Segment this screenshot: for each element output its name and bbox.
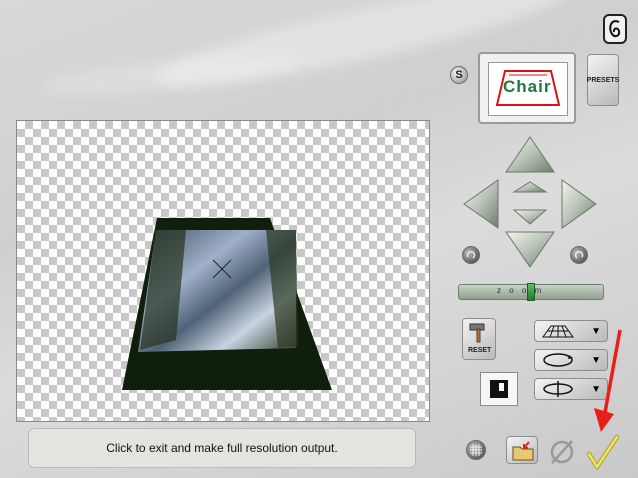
arrow-up-button[interactable] (505, 136, 555, 173)
annotation-arrow-icon (594, 329, 622, 432)
reset-button[interactable]: RESET (462, 318, 496, 360)
shadow-toggle-button[interactable] (480, 372, 518, 406)
open-file-button[interactable] (506, 436, 538, 464)
marble-texture (39, 46, 301, 104)
thumbnail-canvas: Chair (488, 62, 568, 116)
small-down-button[interactable] (512, 209, 548, 225)
rotate-left-button[interactable] (462, 246, 480, 264)
preview-canvas[interactable] (16, 120, 430, 422)
spin-axis-icon (543, 381, 573, 397)
zoom-slider-thumb[interactable] (527, 283, 535, 301)
ok-checkmark-button[interactable] (586, 434, 620, 470)
grid-toggle-button[interactable] (466, 440, 486, 460)
shadow-icon (490, 380, 508, 398)
zoom-slider[interactable]: z o o m (458, 283, 604, 301)
preset-thumbnail[interactable]: Chair (478, 52, 576, 124)
zoom-label: z o o m (497, 286, 545, 295)
app-logo-icon (603, 14, 627, 44)
arrow-right-button[interactable] (561, 179, 597, 229)
small-up-button[interactable] (512, 181, 548, 193)
arrow-left-button[interactable] (463, 179, 499, 229)
thumbnail-text: Chair (503, 77, 552, 96)
s-button[interactable]: S (450, 66, 468, 84)
presets-button[interactable]: PRESETS (587, 54, 619, 106)
perspective-grid-icon (542, 325, 574, 338)
status-message: Click to exit and make full resolution o… (106, 441, 338, 455)
cancel-icon (550, 440, 574, 464)
arrow-down-button[interactable] (505, 231, 555, 268)
checkmark-icon (586, 434, 620, 470)
s-button-label: S (455, 69, 463, 81)
hammer-icon (469, 323, 485, 343)
cancel-button[interactable] (548, 438, 576, 466)
status-bar: Click to exit and make full resolution o… (28, 428, 416, 468)
grid-icon (470, 444, 482, 456)
presets-label: PRESETS (586, 76, 620, 84)
reset-label: RESET (468, 347, 492, 354)
rotate-icon (543, 353, 573, 367)
rotate-right-button[interactable] (570, 246, 588, 264)
rotate-icon (574, 250, 584, 259)
folder-icon (512, 441, 534, 461)
perspective-tool-window: S Chair PRESETS z o o m RESET ▼ ▼ ▼ Clic… (0, 0, 638, 478)
rotate-icon (466, 250, 476, 259)
